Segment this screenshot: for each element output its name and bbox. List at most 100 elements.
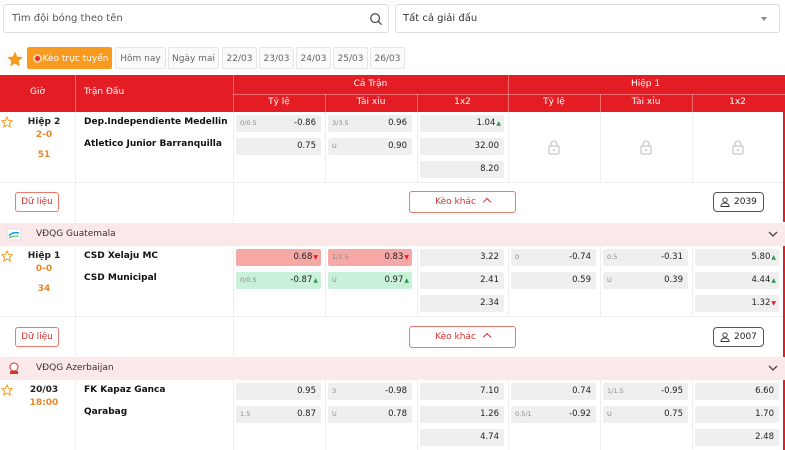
odds-cell[interactable]: 0.95 — [236, 383, 321, 400]
odds-value: 7.10 — [480, 386, 499, 396]
odds-cell[interactable]: 3.22 — [420, 249, 504, 266]
league-name: VĐQG Guatemala — [36, 229, 116, 239]
odds-cell[interactable]: 1.04▲ — [420, 115, 504, 132]
odds-cell[interactable]: 0.5/1 -0.92 — [511, 406, 596, 423]
odds-value: 0.78 — [388, 409, 407, 419]
odds-cell[interactable]: 7.10 — [420, 383, 504, 400]
odds-cell[interactable]: 0.5 -0.31 — [603, 249, 688, 266]
home-team[interactable]: CSD Xelaju MC — [84, 251, 158, 261]
odds-cell[interactable]: 0/0.5 -0.86 — [236, 115, 321, 132]
away-team[interactable]: Atletico Junior Barranquilla — [84, 139, 222, 149]
odds-cell[interactable]: 3 -0.98 — [328, 383, 412, 400]
arrow-up-icon: ▲ — [496, 120, 501, 127]
odds-line: 3 — [332, 387, 337, 395]
odds-value: 2.48 — [755, 432, 774, 442]
odds-cell[interactable]: 0 -0.74 — [511, 249, 596, 266]
odds-number: 1.04 — [476, 118, 496, 128]
odds-cell[interactable]: 32.00 — [420, 138, 504, 155]
odds-cell[interactable]: 1.26 — [420, 406, 504, 423]
odds-value: 4.44▲ — [751, 275, 776, 285]
header-full-match: Cả Trận — [353, 79, 388, 89]
league-header[interactable]: VĐQG Azerbaijan — [0, 357, 785, 380]
divider — [75, 380, 76, 450]
odds-cell[interactable]: 8.20 — [420, 161, 504, 178]
odds-cell[interactable]: 2.34 — [420, 295, 504, 312]
divider — [75, 246, 76, 357]
odds-cell[interactable]: 5.80▲ — [695, 249, 779, 266]
tab-date-2403[interactable]: 24/03 — [296, 47, 331, 69]
odds-cell[interactable]: 1/1.5 0.83▼ — [328, 249, 412, 266]
odds-cell[interactable]: 0.74 — [511, 383, 596, 400]
tab-live[interactable]: Kèo trực tuyến — [27, 47, 112, 69]
odds-cell[interactable]: 1/1.5 -0.95 — [603, 383, 688, 400]
odds-cell[interactable]: 2.48 — [695, 429, 779, 446]
match-block: Hiệp 1 0-0 34 CSD Xelaju MC CSD Municipa… — [0, 246, 785, 357]
odds-cell[interactable]: 0.59 — [511, 272, 596, 289]
odds-value: 0.75 — [297, 141, 316, 151]
tab-date-2303[interactable]: 23/03 — [259, 47, 294, 69]
divider — [325, 246, 326, 316]
odds-cell[interactable]: U 0.75 — [603, 406, 688, 423]
chevron-down-icon[interactable] — [768, 230, 778, 238]
odds-cell[interactable]: 1.5 0.87 — [236, 406, 321, 423]
away-team[interactable]: Qarabag — [84, 407, 127, 417]
odds-value: 3.22 — [480, 252, 499, 262]
odds-cell[interactable]: U 0.39 — [603, 272, 688, 289]
viewers-button[interactable]: 2039 — [713, 192, 764, 212]
viewers-button[interactable]: 2007 — [713, 327, 764, 347]
odds-cell[interactable]: 3/3.5 0.96 — [328, 115, 412, 132]
away-team[interactable]: CSD Municipal — [84, 273, 157, 283]
star-outline-icon[interactable] — [1, 384, 13, 396]
odds-number: -0.87 — [290, 275, 313, 285]
divider — [0, 316, 783, 317]
divider — [692, 112, 693, 182]
odds-cell[interactable]: 6.60 — [695, 383, 779, 400]
user-icon — [720, 332, 730, 342]
home-team[interactable]: FK Kapaz Ganca — [84, 385, 165, 395]
tab-tomorrow[interactable]: Ngày mai — [168, 47, 219, 69]
match-period: Hiệp 1 — [27, 251, 61, 261]
arrow-down-icon: ▼ — [771, 300, 776, 307]
odds-cell[interactable]: 0/0.5 -0.87▲ — [236, 272, 321, 289]
star-outline-icon[interactable] — [1, 250, 13, 262]
data-button[interactable]: Dữ liệu — [15, 327, 59, 347]
odds-number: 0.68 — [293, 252, 313, 262]
odds-value: -0.86 — [294, 118, 316, 128]
tab-date-2503[interactable]: 25/03 — [333, 47, 368, 69]
match-score: 2-0 — [35, 130, 53, 140]
odds-line: 1/1.5 — [607, 387, 624, 395]
tab-today[interactable]: Hôm nay — [115, 47, 166, 69]
team-search-box[interactable] — [3, 4, 389, 33]
tab-date-2203[interactable]: 22/03 — [222, 47, 257, 69]
odds-cell[interactable]: U 0.90 — [328, 138, 412, 155]
odds-cell[interactable]: 0.68▼ — [236, 249, 321, 266]
more-odds-button[interactable]: Kèo khác — [409, 326, 516, 348]
odds-cell[interactable]: U 0.97▲ — [328, 272, 412, 289]
header-match: Trận Đấu — [84, 87, 125, 97]
data-button[interactable]: Dữ liệu — [15, 192, 59, 212]
team-search-input[interactable] — [4, 5, 344, 32]
odds-cell[interactable]: 1.32▼ — [695, 295, 779, 312]
divider — [75, 112, 76, 222]
odds-cell[interactable]: 4.74 — [420, 429, 504, 446]
odds-number: 1.32 — [751, 298, 771, 308]
odds-cell[interactable]: 4.44▲ — [695, 272, 779, 289]
star-icon[interactable] — [6, 50, 24, 68]
odds-value: 1.70 — [755, 409, 774, 419]
chevron-down-icon[interactable] — [768, 364, 778, 372]
lock-icon — [548, 140, 560, 155]
league-select[interactable]: Tất cả giải đấu — [395, 4, 780, 33]
odds-cell[interactable]: 1.70 — [695, 406, 779, 423]
divider — [692, 246, 693, 316]
odds-cell[interactable]: 2.41 — [420, 272, 504, 289]
odds-cell[interactable]: U 0.78 — [328, 406, 412, 423]
star-outline-icon[interactable] — [1, 116, 13, 128]
home-team[interactable]: Dep.Independiente Medellin — [84, 117, 228, 127]
odds-cell[interactable]: 0.75 — [236, 138, 321, 155]
divider — [417, 112, 418, 182]
search-icon[interactable] — [369, 12, 383, 26]
more-odds-button[interactable]: Kèo khác — [409, 191, 516, 213]
odds-value: -0.31 — [661, 252, 683, 262]
league-header[interactable]: VĐQG Guatemala — [0, 223, 785, 246]
tab-date-2603[interactable]: 26/03 — [370, 47, 405, 69]
